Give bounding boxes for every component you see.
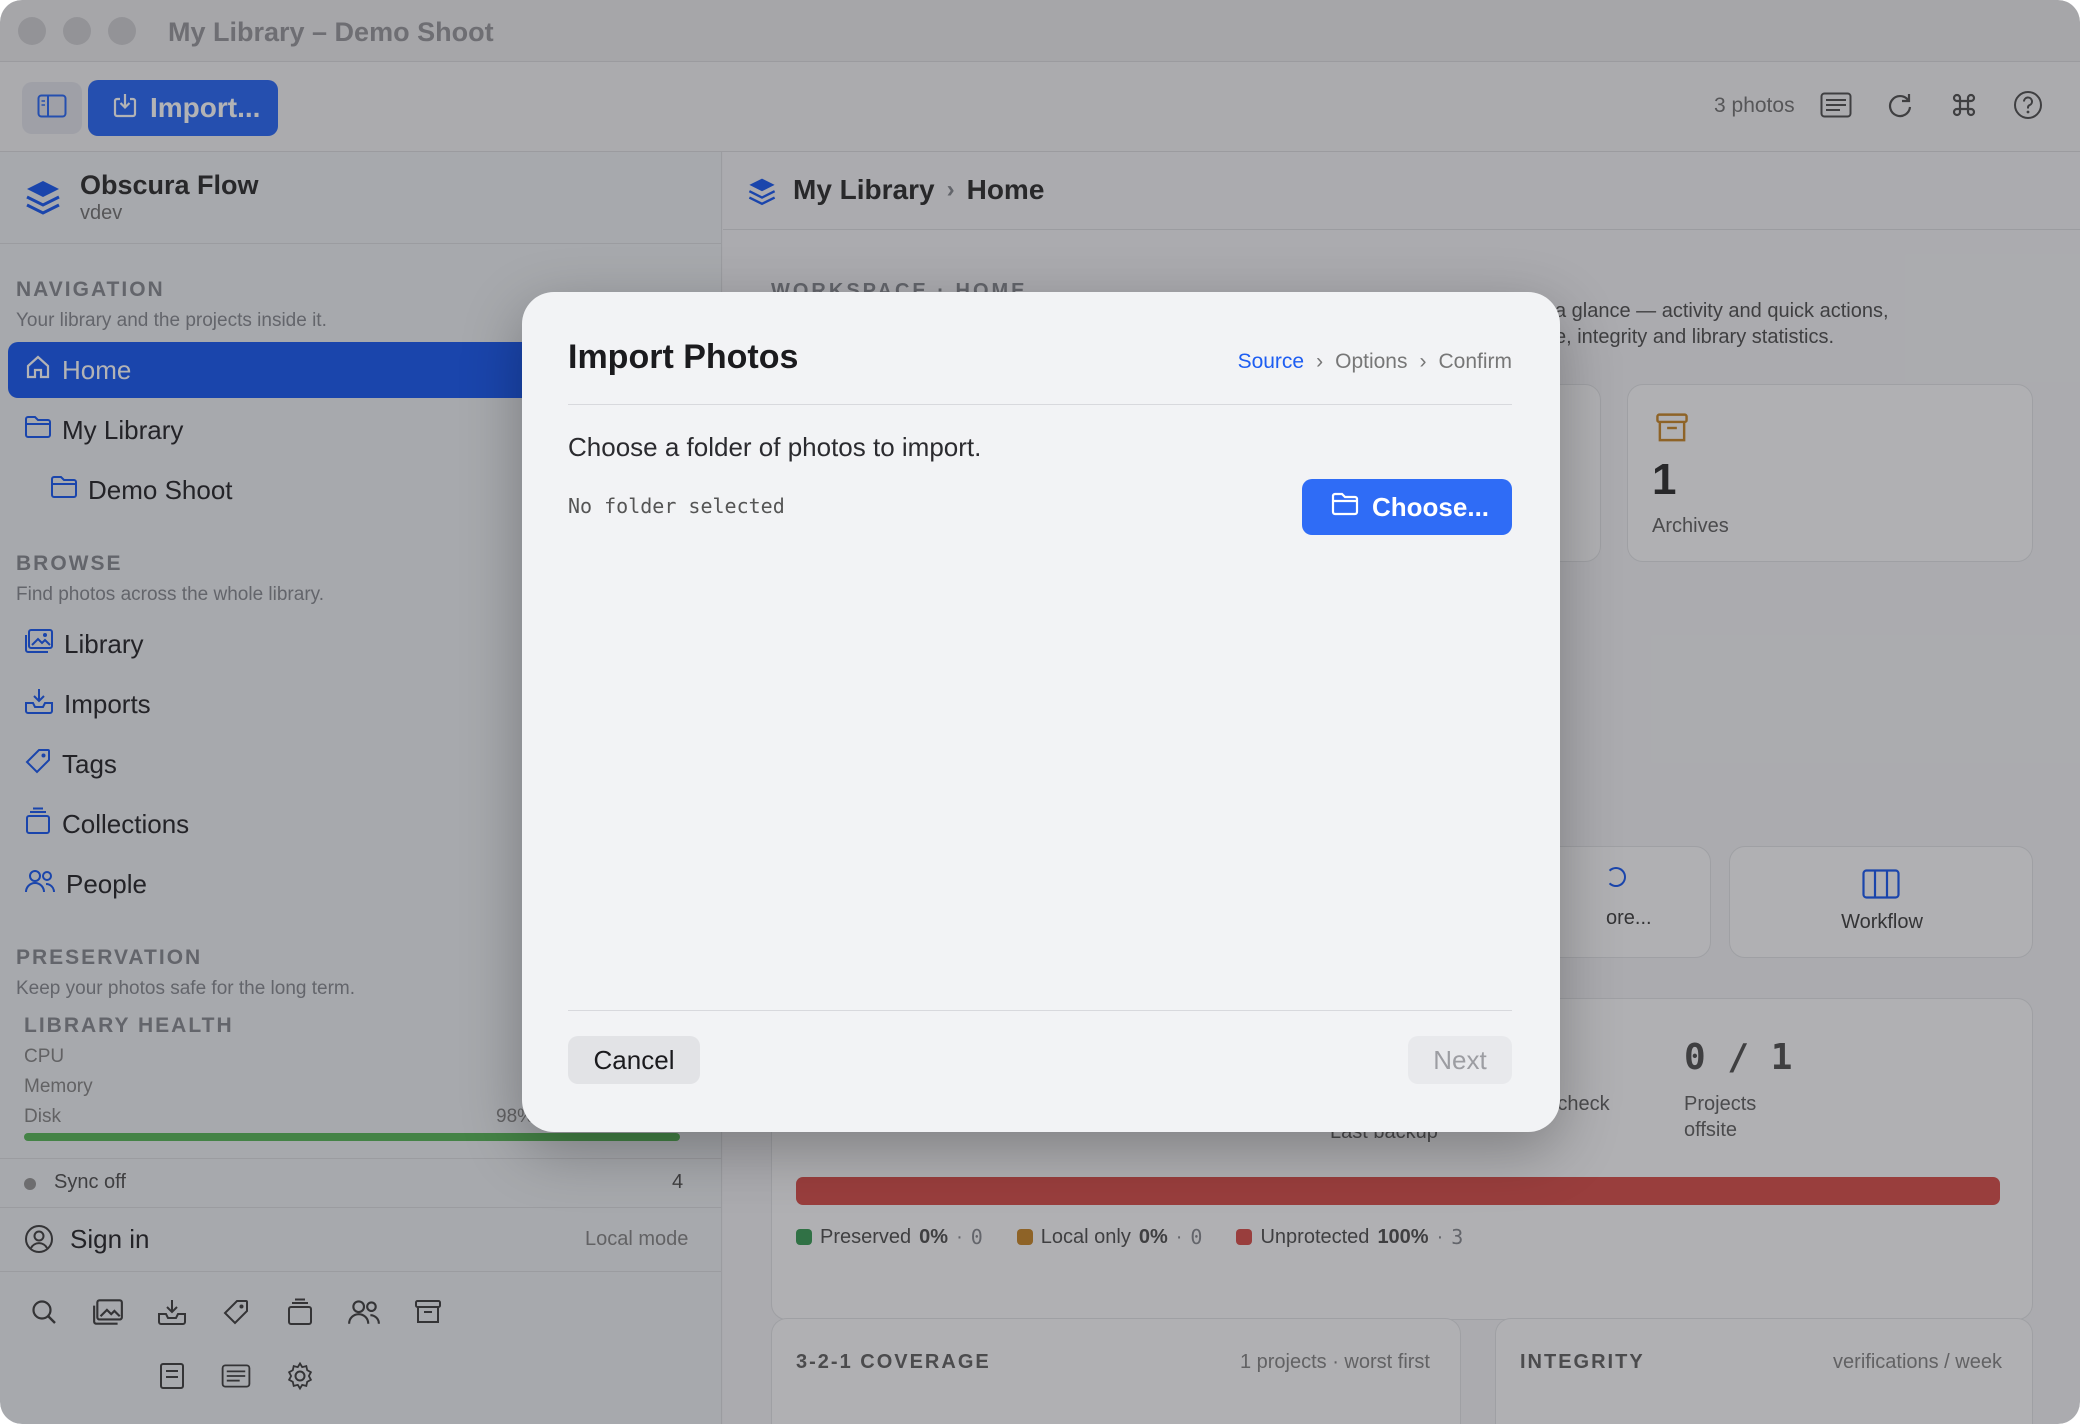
choose-folder-label: Choose... <box>1372 491 1490 522</box>
step-separator: › <box>1316 350 1324 373</box>
dialog-header-divider <box>568 404 1512 405</box>
step-options: Options <box>1335 350 1408 373</box>
import-photos-dialog: Import Photos Source › Options › Confirm… <box>522 292 1560 1132</box>
cancel-button[interactable]: Cancel <box>568 1036 700 1084</box>
step-source: Source <box>1237 350 1305 373</box>
app-window: My Library – Demo Shoot Import... 3 phot… <box>0 0 2080 1424</box>
dialog-title: Import Photos <box>568 338 799 376</box>
choose-folder-button[interactable]: Choose... <box>1302 479 1512 535</box>
step-separator: › <box>1419 350 1427 373</box>
dialog-prompt: Choose a folder of photos to import. <box>568 432 982 462</box>
folder-icon <box>1330 492 1360 523</box>
folder-status: No folder selected <box>568 494 785 518</box>
next-button[interactable]: Next <box>1408 1036 1512 1084</box>
import-steps: Source › Options › Confirm <box>1238 350 1512 374</box>
step-confirm: Confirm <box>1438 350 1512 373</box>
dialog-footer-divider <box>568 1010 1512 1011</box>
